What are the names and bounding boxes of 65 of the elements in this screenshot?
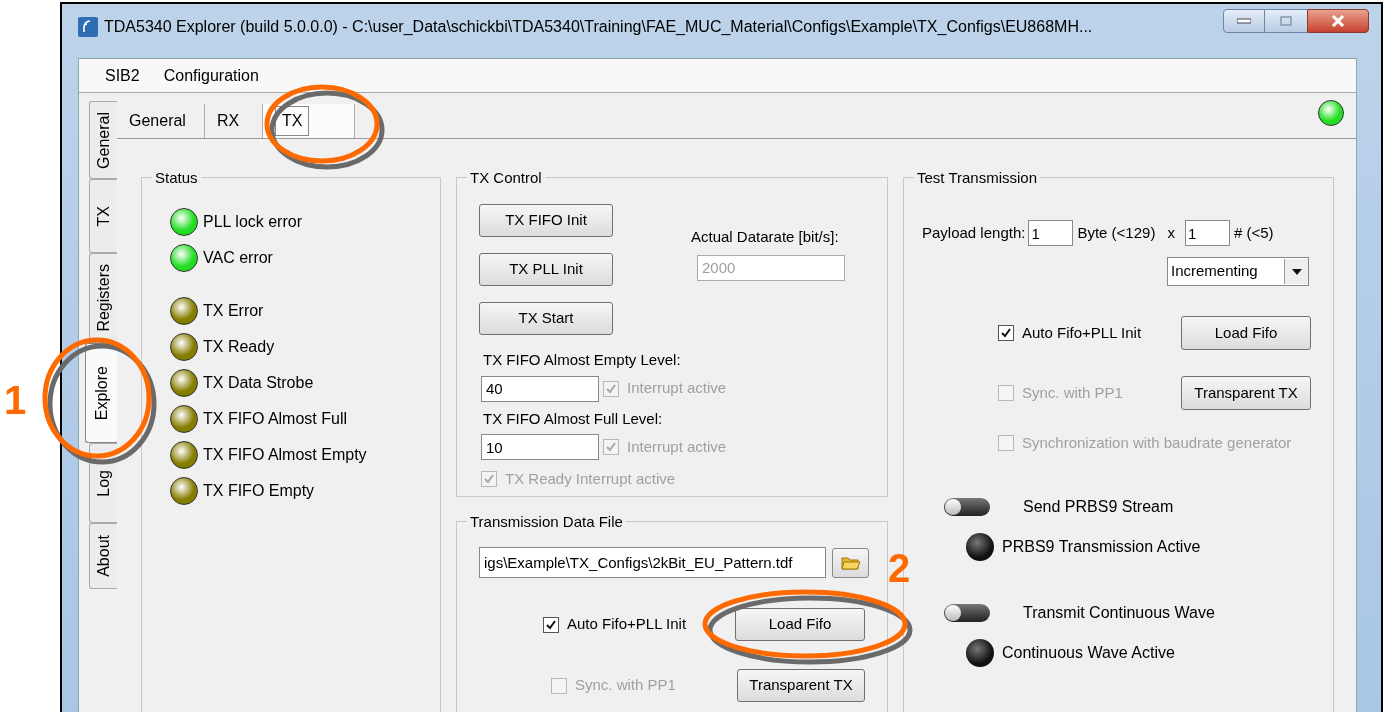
tab[interactable]: General xyxy=(117,104,205,138)
side-tab[interactable]: Registers xyxy=(89,253,117,343)
push-button[interactable]: Transparent TX xyxy=(737,669,865,702)
push-button[interactable]: Transparent TX xyxy=(1181,376,1311,410)
callout-number: 1 xyxy=(4,380,27,420)
count-field[interactable]: 1 xyxy=(1184,220,1230,246)
status-label: TX Data Strobe xyxy=(203,373,314,393)
field-label: TX FIFO Almost Full Level: xyxy=(483,408,664,429)
checkbox-label: Auto Fifo+PLL Init xyxy=(1022,322,1142,343)
pattern-dropdown[interactable]: Incrementing xyxy=(1167,257,1309,286)
checkbox-label: Auto Fifo+PLL Init xyxy=(567,614,687,635)
folder-icon xyxy=(840,554,861,571)
status-label: TX FIFO Almost Full xyxy=(203,409,347,429)
app-icon xyxy=(78,17,98,37)
checkbox[interactable] xyxy=(543,616,559,633)
side-tab[interactable]: General xyxy=(89,101,117,179)
status-label: VAC error xyxy=(203,248,273,268)
dropdown-arrow-icon xyxy=(1291,268,1302,275)
payload-field[interactable]: 1 xyxy=(1028,220,1074,246)
push-button[interactable]: Load Fifo xyxy=(1181,316,1311,350)
menu-item[interactable]: Configuration xyxy=(163,63,259,88)
field-label: Payload length: xyxy=(922,222,1026,243)
callout-number: 2 xyxy=(888,548,911,588)
times-label: x xyxy=(1167,222,1175,243)
side-tab[interactable]: TX xyxy=(89,179,117,253)
status-label: PLL lock error xyxy=(203,212,302,232)
close-icon xyxy=(1331,15,1345,27)
status-label: TX Ready xyxy=(203,337,275,357)
toggle-switch[interactable] xyxy=(944,497,990,516)
checkbox-label: Interrupt active xyxy=(627,378,727,399)
minimize-button[interactable] xyxy=(1223,9,1265,33)
checkbox[interactable] xyxy=(998,325,1014,341)
status-label: TX FIFO Empty xyxy=(203,481,315,501)
field-label: Actual Datarate [bit/s]: xyxy=(691,227,840,247)
window-title: TDA5340 Explorer (build 5.0.0.0) - C:\user_Data\schickbi\TDA5340\Training\FAE_MUC_Material\Configs\Example\TX_Configs\EU868MH... xyxy=(104,17,1093,37)
close-button[interactable] xyxy=(1307,9,1369,33)
checkbox-label: Synchronization with baudrate generator xyxy=(1022,433,1292,453)
maximize-icon xyxy=(1280,16,1292,26)
switch-label: Transmit Continuous Wave xyxy=(1023,602,1215,623)
push-button[interactable]: Load Fifo xyxy=(735,608,865,641)
unit-label: Byte (<129) xyxy=(1077,222,1156,243)
file-path-field[interactable]: igs\Example\TX_Configs\2kBit_EU_Pattern.tdf xyxy=(479,547,826,578)
side-tab[interactable]: About xyxy=(89,523,117,589)
unit-label: # (<5) xyxy=(1233,222,1274,243)
side-tab[interactable]: Explore xyxy=(85,343,117,443)
toggle-switch[interactable] xyxy=(944,603,990,622)
maximize-button[interactable] xyxy=(1265,9,1307,33)
minimize-icon xyxy=(1237,18,1251,24)
checkbox-label: Sync. with PP1 xyxy=(1022,382,1123,403)
push-button[interactable]: TX FIFO Init xyxy=(479,204,613,237)
checkbox-label: Sync. with PP1 xyxy=(575,675,676,696)
field-label: TX FIFO Almost Empty Level: xyxy=(483,350,682,370)
indicator-label: Continuous Wave Active xyxy=(1002,642,1175,663)
push-button[interactable]: TX PLL Init xyxy=(479,253,613,286)
status-label: TX Error xyxy=(203,301,264,321)
menu-item[interactable]: SIB2 xyxy=(105,63,140,88)
switch-label: Send PRBS9 Stream xyxy=(1023,496,1174,517)
checkbox-label: Interrupt active xyxy=(627,436,727,457)
checkbox-label: TX Ready Interrupt active xyxy=(505,469,676,489)
browse-button[interactable] xyxy=(832,547,869,578)
indicator-label: PRBS9 Transmission Active xyxy=(1002,536,1201,557)
level-field[interactable]: 10 xyxy=(481,434,599,460)
status-label: TX FIFO Almost Empty xyxy=(203,445,367,465)
level-field[interactable]: 40 xyxy=(481,375,599,402)
push-button[interactable]: TX Start xyxy=(479,302,613,335)
